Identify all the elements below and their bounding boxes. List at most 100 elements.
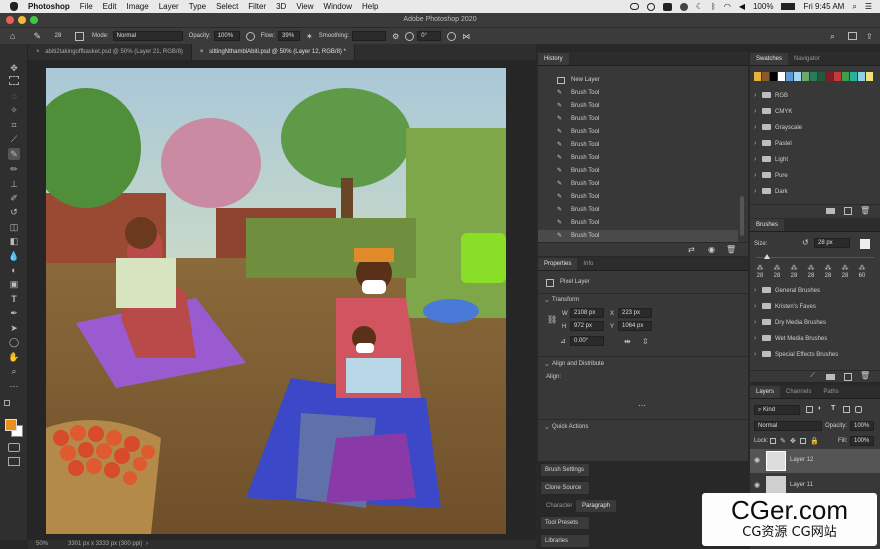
- shape-tool-icon[interactable]: ◯: [8, 336, 20, 348]
- zoom-tool-icon[interactable]: ⌕: [8, 365, 20, 377]
- sync-icon[interactable]: [646, 2, 655, 11]
- menu-app[interactable]: Photoshop: [28, 2, 70, 11]
- volume-icon[interactable]: ◀: [739, 2, 745, 11]
- mixer-brush-tool-icon[interactable]: ✐: [8, 192, 20, 204]
- snapshot-icon[interactable]: ◉: [708, 245, 715, 254]
- eye-icon[interactable]: ◉: [754, 456, 760, 464]
- type-tool-icon[interactable]: T: [8, 293, 20, 305]
- home-icon[interactable]: ⌂: [10, 31, 15, 41]
- brush-preview-icon[interactable]: [860, 239, 870, 249]
- filter-type-icon[interactable]: T: [831, 405, 835, 412]
- swatch-folder-light[interactable]: › Light: [754, 153, 880, 166]
- swatch[interactable]: [794, 72, 801, 81]
- brush-folder-general[interactable]: › General Brushes: [754, 284, 880, 297]
- menu-window[interactable]: Window: [324, 2, 352, 11]
- brush-folder-dry-media[interactable]: › Dry Media Brushes: [754, 316, 880, 329]
- swatch[interactable]: [826, 72, 833, 81]
- menu-view[interactable]: View: [296, 2, 313, 11]
- tab-info[interactable]: Info: [577, 258, 599, 270]
- tool-presets-panel-tab[interactable]: Tool Presets: [540, 516, 590, 530]
- swap-colors-icon[interactable]: [4, 400, 10, 406]
- tab-abiti2takingoffbasket[interactable]: × abiti2takingoffbasket.psd @ 50% (Layer…: [28, 44, 192, 60]
- dodge-tool-icon[interactable]: ◐: [8, 264, 20, 276]
- height-input[interactable]: 972 px: [570, 321, 604, 331]
- trash-icon[interactable]: 🗑: [860, 206, 870, 215]
- smoothing-settings-icon[interactable]: ⚙: [392, 32, 399, 41]
- canvas-area[interactable]: [28, 60, 536, 540]
- tab-layers[interactable]: Layers: [750, 386, 781, 398]
- pen-tool-icon[interactable]: ✒: [8, 307, 20, 319]
- history-item[interactable]: ✎ Brush Tool: [538, 165, 738, 178]
- history-item[interactable]: ✎ Brush Tool: [538, 139, 738, 152]
- link-icon[interactable]: ⛓: [547, 315, 557, 324]
- lock-transparent-icon[interactable]: [770, 438, 776, 444]
- chevron-down-icon[interactable]: ⌄: [544, 296, 552, 304]
- tab-properties[interactable]: Properties: [538, 258, 578, 270]
- tab-paragraph[interactable]: Paragraph: [576, 500, 617, 512]
- tab-brushes[interactable]: Brushes: [750, 219, 785, 231]
- history-scrollbar[interactable]: [740, 196, 744, 236]
- swatch[interactable]: [778, 72, 785, 81]
- x-input[interactable]: 223 px: [618, 308, 652, 318]
- brush-folder-wet-media[interactable]: › Wet Media Brushes: [754, 332, 880, 345]
- flip-vertical-icon[interactable]: ⇳: [642, 337, 649, 346]
- history-item-new-layer[interactable]: New Layer: [538, 74, 738, 87]
- eye-icon[interactable]: ◉: [754, 481, 760, 489]
- wifi-icon[interactable]: ◠: [724, 2, 731, 11]
- battery-icon[interactable]: [781, 3, 796, 10]
- opacity-pressure-icon[interactable]: [245, 31, 255, 41]
- brush-folder-kristens-faves[interactable]: › Kristen's Faves: [754, 300, 880, 313]
- moon-icon[interactable]: ☾: [696, 2, 703, 11]
- brush-preset-picker[interactable]: 28: [51, 33, 65, 39]
- blur-tool-icon[interactable]: 💧: [8, 250, 20, 262]
- swatch[interactable]: [866, 72, 873, 81]
- quick-select-tool-icon[interactable]: ✧: [8, 104, 20, 116]
- media-icon[interactable]: [662, 2, 672, 11]
- brush-settings-panel-tab[interactable]: Brush Settings: [540, 463, 590, 477]
- brush-preset[interactable]: ⁂ 28: [803, 264, 819, 284]
- swatch[interactable]: [754, 72, 761, 81]
- brush-preset[interactable]: ⁂ 60: [854, 264, 870, 284]
- filter-pixel-icon[interactable]: [806, 406, 813, 413]
- new-swatch-icon[interactable]: [844, 207, 852, 215]
- history-item[interactable]: ✎ Brush Tool: [538, 152, 738, 165]
- lock-pixels-icon[interactable]: ✎: [780, 437, 786, 445]
- layer-name[interactable]: Layer 12: [790, 457, 813, 463]
- menu-3d[interactable]: 3D: [276, 2, 286, 11]
- swatch-folder-cmyk[interactable]: › CMYK: [754, 105, 880, 118]
- eyedropper-tool-icon[interactable]: ⟋: [8, 133, 20, 145]
- more-tools-icon[interactable]: ⋯: [8, 380, 20, 392]
- swatch-folder-pastel[interactable]: › Pastel: [754, 137, 880, 150]
- airbrush-icon[interactable]: ✶: [306, 32, 313, 41]
- trash-icon[interactable]: 🗑: [726, 245, 736, 254]
- new-brush-icon[interactable]: [844, 373, 852, 381]
- brush-folder-special-effects[interactable]: › Special Effects Brushes: [754, 348, 880, 361]
- share-icon[interactable]: ⇪: [866, 32, 873, 41]
- menu-edit[interactable]: Edit: [103, 2, 117, 11]
- marquee-tool-icon[interactable]: [9, 76, 19, 85]
- brush-tool-icon[interactable]: ✎: [8, 148, 20, 160]
- filter-smart-object-icon[interactable]: [855, 406, 862, 413]
- swatch[interactable]: [802, 72, 809, 81]
- toggle-brush-settings-icon[interactable]: ⟋: [810, 372, 815, 380]
- menu-file[interactable]: File: [80, 2, 93, 11]
- width-input[interactable]: 2108 px: [570, 308, 604, 318]
- brush-angle-input[interactable]: 0°: [417, 31, 442, 41]
- history-item[interactable]: ✎ Brush Tool: [538, 126, 738, 139]
- tab-swatches[interactable]: Swatches: [750, 53, 789, 65]
- chevron-down-icon[interactable]: ⌄: [544, 360, 552, 368]
- tab-paths[interactable]: Paths: [817, 386, 844, 398]
- brush-tool-preset-icon[interactable]: ✎: [33, 31, 41, 42]
- swatch[interactable]: [850, 72, 857, 81]
- chevron-down-icon[interactable]: ⌄: [544, 423, 552, 431]
- opacity-input[interactable]: 100%: [213, 31, 240, 41]
- flow-input[interactable]: 39%: [278, 31, 301, 41]
- brush-size-input[interactable]: 28 px: [814, 238, 850, 248]
- filter-shape-icon[interactable]: [843, 406, 850, 413]
- tab-close-icon[interactable]: ×: [200, 49, 204, 55]
- layer-name[interactable]: Layer 11: [790, 482, 813, 488]
- minimize-window-icon[interactable]: [18, 16, 26, 24]
- eraser-tool-icon[interactable]: ◫: [8, 221, 20, 233]
- brush-preset[interactable]: ⁂ 28: [837, 264, 853, 284]
- lock-artboard-icon[interactable]: [800, 438, 806, 444]
